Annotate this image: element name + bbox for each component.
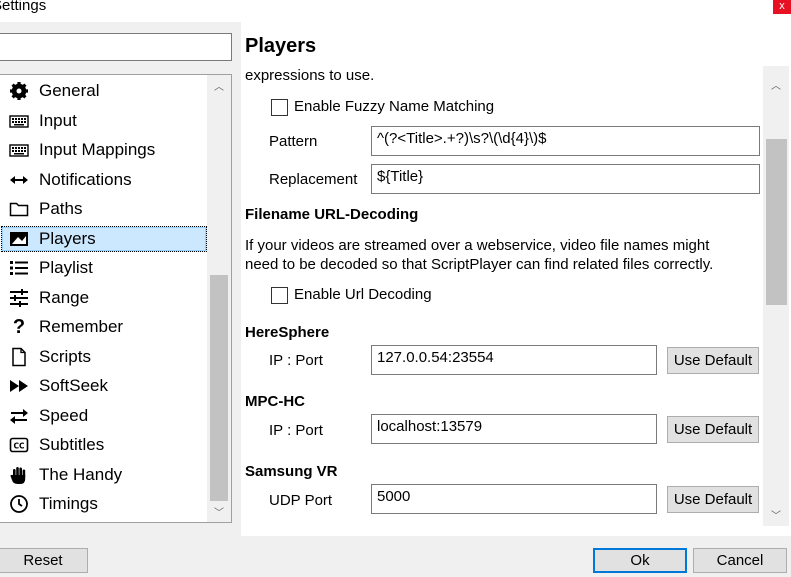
category-item-range[interactable]: Range — [0, 284, 207, 312]
title-bar: Settings x — [0, 0, 791, 22]
keyboard-icon — [8, 110, 30, 132]
heresphere-ip-field[interactable]: 127.0.0.54:23554 — [371, 345, 657, 375]
category-label: General — [39, 81, 100, 100]
selection-highlight — [1, 226, 207, 252]
category-label: Paths — [39, 199, 83, 218]
scrollbar-thumb[interactable] — [210, 275, 228, 501]
clock-icon — [8, 493, 30, 515]
category-item-input-mappings[interactable]: Input Mappings — [0, 136, 207, 164]
url-decoding-description-line2: need to be decoded so that ScriptPlayer … — [245, 256, 714, 273]
scroll-up-icon[interactable]: ︿ — [207, 77, 231, 94]
category-label: Playlist — [39, 258, 93, 277]
search-input[interactable] — [0, 33, 232, 61]
fuzzy-matching-label[interactable]: Enable Fuzzy Name Matching — [294, 98, 494, 115]
category-item-general[interactable]: General — [0, 77, 207, 105]
url-decoding-checkbox[interactable] — [271, 287, 288, 304]
category-item-notifications[interactable]: Notifications — [0, 166, 207, 194]
sliders-icon — [8, 287, 30, 309]
category-item-players[interactable]: Players — [0, 225, 207, 253]
category-label: SoftSeek — [39, 376, 108, 395]
mpchc-use-default-button[interactable]: Use Default — [667, 416, 759, 443]
fast-forward-icon — [8, 375, 30, 397]
category-item-input[interactable]: Input — [0, 107, 207, 135]
window-title: Settings — [0, 0, 47, 14]
category-label: Input — [39, 111, 77, 130]
keyboard-icon — [8, 139, 30, 161]
category-label: Timings — [39, 494, 98, 513]
mpchc-ip-field[interactable]: localhost:13579 — [371, 414, 657, 444]
replacement-label: Replacement — [269, 171, 358, 188]
category-label: Subtitles — [39, 435, 105, 454]
reset-button[interactable]: Reset — [0, 548, 88, 573]
category-item-timings[interactable]: Timings — [0, 490, 207, 518]
url-decoding-description-line1: If your videos are streamed over a webse… — [245, 237, 710, 254]
category-label: Speed — [39, 406, 89, 425]
hand-icon — [8, 464, 30, 486]
heresphere-use-default-button[interactable]: Use Default — [667, 347, 759, 374]
fuzzy-matching-checkbox[interactable] — [271, 99, 288, 116]
category-label: Notifications — [39, 170, 132, 189]
category-label: Players — [39, 229, 96, 248]
settings-content-panel: Players expressions to use. Enable Fuzzy… — [241, 22, 791, 536]
category-list: General Input Input Mappings Notificatio… — [0, 75, 207, 522]
category-item-scripts[interactable]: Scripts — [0, 343, 207, 371]
gear-icon — [8, 80, 30, 102]
category-label: Remember — [39, 317, 124, 336]
cancel-button[interactable]: Cancel — [693, 548, 787, 573]
image-player-icon — [8, 228, 30, 250]
samsung-udp-port-field[interactable]: 5000 — [371, 484, 657, 514]
mpchc-ip-label: IP : Port — [269, 422, 323, 439]
scrollbar-thumb[interactable] — [766, 139, 787, 305]
expressions-text: expressions to use. — [245, 67, 375, 84]
players-settings: Players expressions to use. Enable Fuzzy… — [241, 22, 763, 536]
category-panel: General Input Input Mappings Notificatio… — [0, 74, 232, 523]
scroll-down-icon[interactable]: ﹀ — [763, 506, 789, 523]
url-decoding-heading: Filename URL-Decoding — [245, 206, 419, 223]
pattern-label: Pattern — [269, 133, 318, 150]
swap-icon — [8, 405, 30, 427]
category-item-playlist[interactable]: Playlist — [0, 254, 207, 282]
category-label: Input Mappings — [39, 140, 156, 159]
samsung-use-default-button[interactable]: Use Default — [667, 486, 759, 513]
mpchc-heading: MPC-HC — [245, 393, 305, 410]
question-icon: ? — [12, 315, 26, 338]
close-icon[interactable]: x — [773, 0, 791, 14]
content-scrollbar[interactable]: ︿ ﹀ — [763, 66, 789, 526]
category-item-the-handy[interactable]: The Handy — [0, 461, 207, 489]
category-scrollbar[interactable]: ︿ ﹀ — [207, 75, 231, 522]
category-item-speed[interactable]: Speed — [0, 402, 207, 430]
scroll-up-icon[interactable]: ︿ — [763, 76, 789, 93]
samsung-udp-port-label: UDP Port — [269, 492, 333, 509]
category-label: Scripts — [39, 347, 91, 366]
heresphere-ip-label: IP : Port — [269, 352, 323, 369]
category-label: The Handy — [39, 465, 123, 484]
category-item-remember[interactable]: ? Remember — [0, 313, 207, 341]
url-decoding-label[interactable]: Enable Url Decoding — [294, 286, 432, 303]
svg-text:CC: CC — [13, 442, 25, 451]
heresphere-heading: HereSphere — [245, 324, 330, 341]
category-item-paths[interactable]: Paths — [0, 195, 207, 223]
samsung-vr-heading: Samsung VR — [245, 463, 338, 480]
category-label: Range — [39, 288, 90, 307]
pattern-field[interactable]: ^(?<Title>.+?)\s?\(\d{4}\)$ — [371, 126, 760, 156]
scroll-down-icon[interactable]: ﹀ — [207, 503, 231, 520]
double-arrow-icon — [8, 169, 30, 191]
list-icon — [8, 257, 30, 279]
ok-button[interactable]: Ok — [593, 548, 687, 573]
page-title: Players — [245, 35, 317, 57]
category-item-subtitles[interactable]: CC Subtitles — [0, 431, 207, 459]
file-icon — [8, 346, 30, 368]
category-item-softseek[interactable]: SoftSeek — [0, 372, 207, 400]
folder-icon — [8, 198, 30, 220]
replacement-field[interactable]: ${Title} — [371, 164, 760, 194]
closed-caption-icon: CC — [8, 434, 30, 456]
